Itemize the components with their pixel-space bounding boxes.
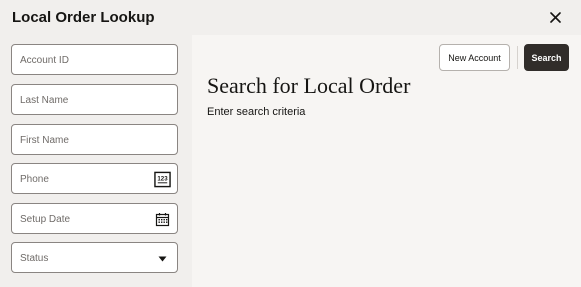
phone-placeholder: Phone	[20, 174, 49, 185]
account-id-placeholder: Account ID	[20, 55, 69, 66]
chevron-down-icon	[154, 250, 171, 267]
page-heading: Search for Local Order	[207, 73, 411, 98]
close-button[interactable]	[547, 9, 563, 25]
search-button[interactable]: Search	[524, 44, 569, 71]
numeric-keypad-icon: 123	[154, 171, 171, 188]
dialog-title: Local Order Lookup	[12, 9, 155, 26]
close-icon	[549, 11, 561, 23]
calendar-icon[interactable]	[154, 211, 171, 228]
new-account-button[interactable]: New Account	[439, 44, 510, 71]
setup-date-field[interactable]: Setup Date	[11, 203, 178, 234]
last-name-placeholder: Last Name	[20, 95, 69, 106]
toolbar-divider	[517, 46, 518, 69]
status-placeholder: Status	[20, 253, 49, 264]
first-name-field[interactable]: First Name	[11, 124, 178, 155]
results-panel: New Account Search Search for Local Orde…	[192, 35, 581, 287]
last-name-field[interactable]: Last Name	[11, 84, 178, 115]
first-name-placeholder: First Name	[20, 135, 69, 146]
dialog-header: Local Order Lookup	[0, 0, 581, 35]
setup-date-placeholder: Setup Date	[20, 214, 71, 225]
status-select[interactable]: Status	[11, 242, 178, 273]
search-criteria-panel: Account ID Last Name First Name Phone 12…	[0, 35, 192, 287]
numeric-keypad-icon-text: 123	[157, 175, 168, 182]
account-id-field[interactable]: Account ID	[11, 44, 178, 75]
search-instructions: Enter search criteria	[207, 106, 306, 118]
phone-field[interactable]: Phone 123	[11, 163, 178, 194]
local-order-lookup-dialog: Local Order Lookup Account ID Last Name …	[0, 0, 581, 287]
